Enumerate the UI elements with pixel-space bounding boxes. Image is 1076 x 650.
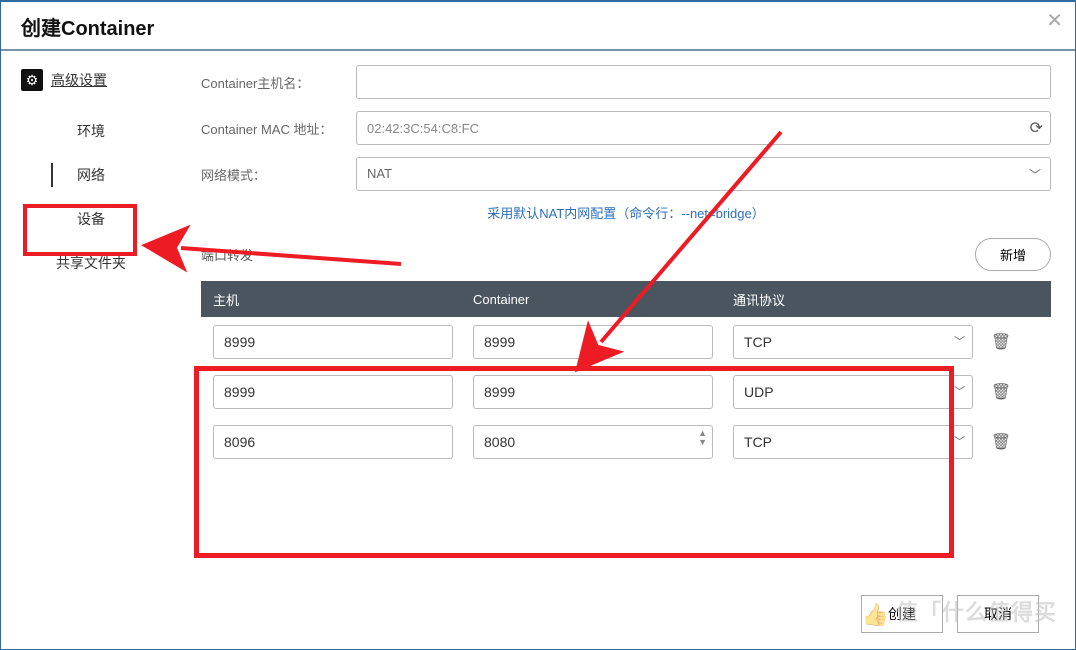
trash-icon[interactable]: 🗑 — [981, 332, 1021, 352]
mac-label: Container MAC 地址： — [201, 119, 356, 138]
trash-icon[interactable]: 🗑 — [981, 432, 1021, 452]
hostname-label: Container主机名： — [201, 73, 356, 92]
sidebar-item-device[interactable]: 设备 — [21, 197, 161, 241]
netmode-hint: 采用默认NAT内网配置（命令行：--net=bridge） — [201, 203, 1051, 222]
host-port-input[interactable] — [213, 375, 453, 409]
portforward-title: 端口转发 — [201, 245, 253, 264]
protocol-select[interactable]: TCP — [733, 325, 973, 359]
netmode-label: 网络模式： — [201, 165, 356, 184]
host-port-input[interactable] — [213, 425, 453, 459]
mac-input[interactable] — [356, 111, 1051, 145]
create-button[interactable]: 创建 — [861, 595, 943, 633]
trash-icon[interactable]: 🗑 — [981, 382, 1021, 402]
stepper-icon[interactable]: ▲▼ — [698, 429, 707, 447]
port-table: 主机 Container 通讯协议 TCP ﹀ 🗑 — [201, 281, 1051, 467]
table-row: TCP ﹀ 🗑 — [201, 317, 1051, 367]
hostname-input[interactable] — [356, 65, 1051, 99]
gear-icon: ⚙ — [21, 69, 43, 91]
sidebar-item-shared[interactable]: 共享文件夹 — [21, 241, 161, 285]
th-protocol: 通讯协议 — [733, 290, 973, 309]
advanced-link[interactable]: 高级设置 — [51, 70, 107, 90]
cancel-button[interactable]: 取消 — [957, 595, 1039, 633]
dialog-title: 创建Container — [21, 12, 1055, 41]
th-container: Container — [473, 292, 713, 307]
add-button[interactable]: 新增 — [975, 238, 1051, 271]
refresh-icon[interactable]: ⟳ — [1030, 118, 1043, 138]
dialog-scroll[interactable]: 创建Container ⚙ 高级设置 环境 网络 设备 共享文件夹 Contai… — [1, 2, 1075, 649]
host-port-input[interactable] — [213, 325, 453, 359]
table-header: 主机 Container 通讯协议 — [201, 281, 1051, 317]
table-row: ▲▼ TCP ﹀ 🗑 — [201, 417, 1051, 467]
netmode-select[interactable]: NAT — [356, 157, 1051, 191]
protocol-select[interactable]: TCP — [733, 425, 973, 459]
th-host: 主机 — [213, 290, 453, 309]
container-port-input[interactable] — [473, 425, 713, 459]
sidebar-item-network[interactable]: 网络 — [21, 153, 161, 197]
container-port-input[interactable] — [473, 325, 713, 359]
sidebar-item-env[interactable]: 环境 — [21, 109, 161, 153]
container-port-input[interactable] — [473, 375, 713, 409]
protocol-select[interactable]: UDP — [733, 375, 973, 409]
table-row: UDP ﹀ 🗑 — [201, 367, 1051, 417]
